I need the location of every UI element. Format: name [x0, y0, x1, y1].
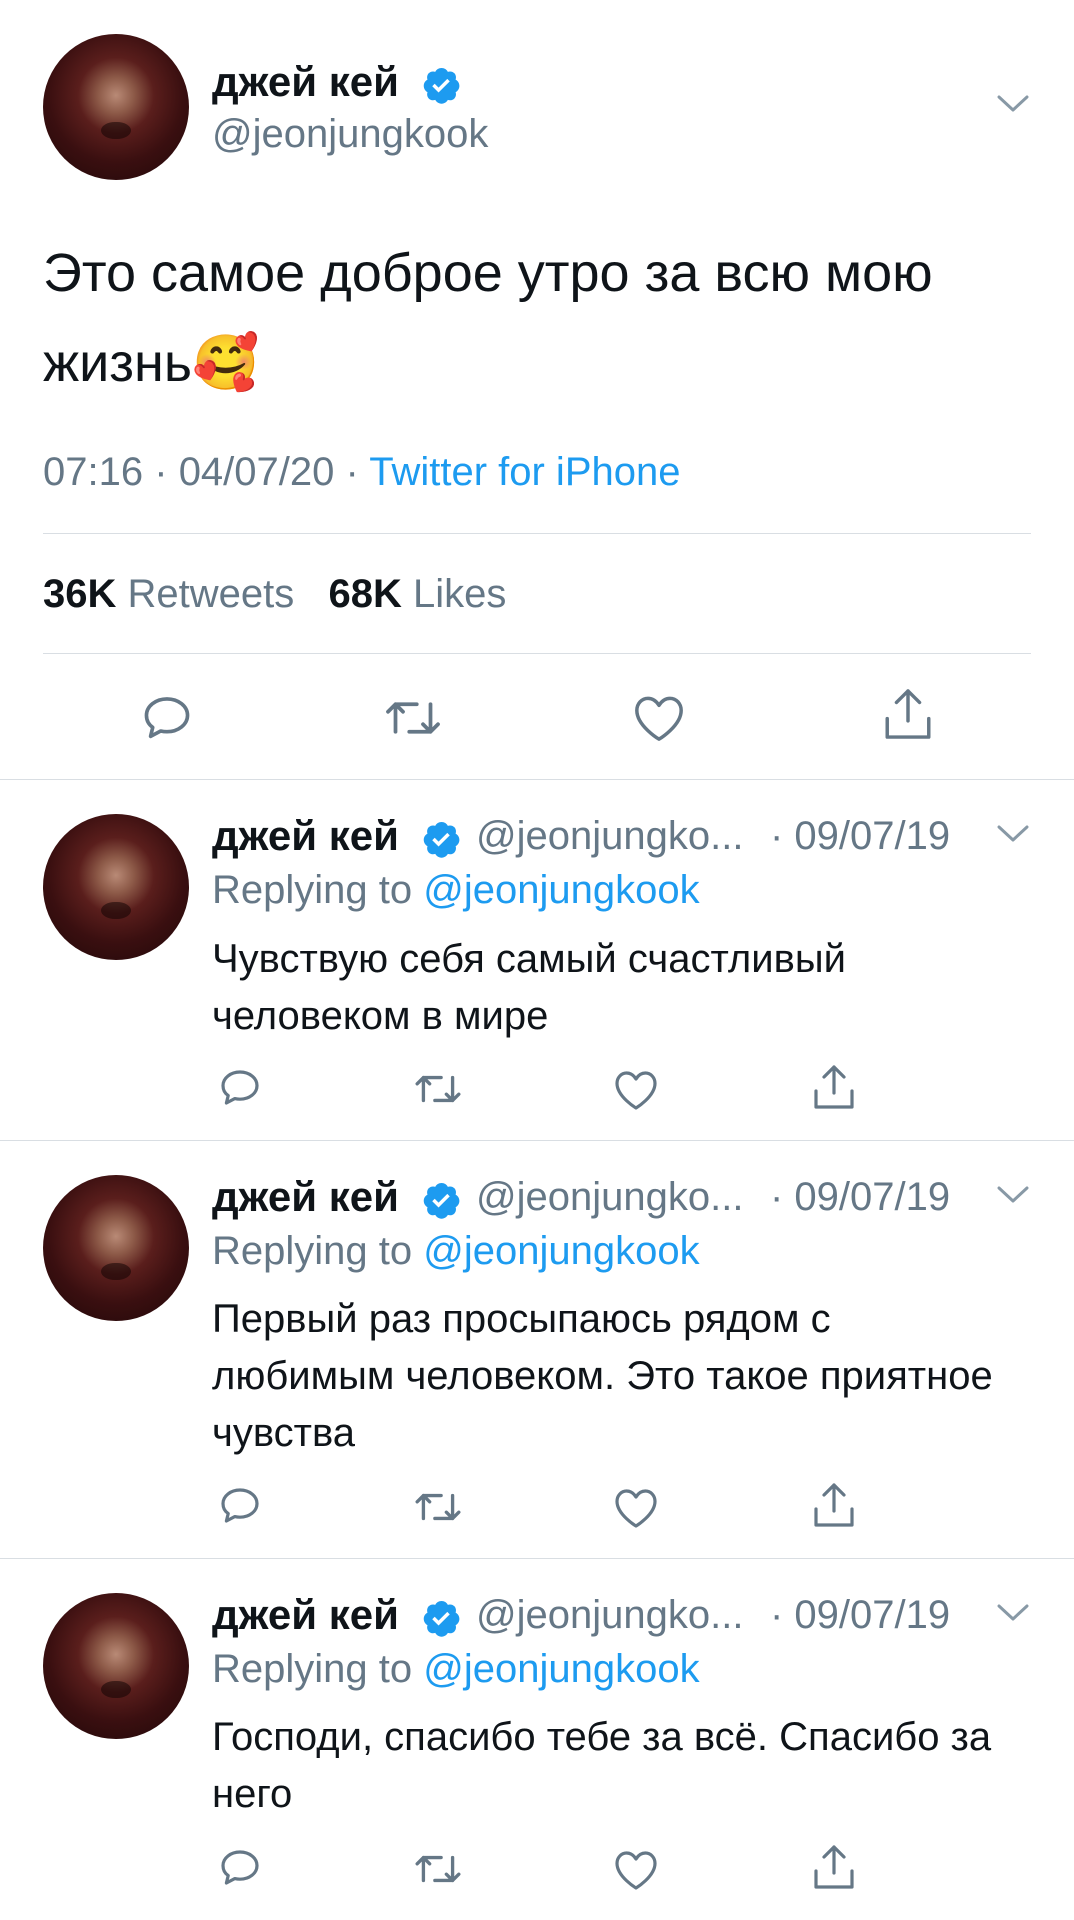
share-icon[interactable] [810, 1061, 858, 1113]
retweet-icon[interactable] [383, 690, 443, 746]
author-avatar[interactable] [43, 814, 189, 960]
mention-link[interactable]: @jeonjungkook [423, 1647, 699, 1691]
author-handle[interactable]: @jeonjungkook [212, 112, 488, 157]
verified-badge-icon [420, 1597, 462, 1644]
reply-text: Господи, спасибо тебе за всё. Спасибо за… [212, 1715, 992, 1816]
reply-text: Чувствую себя самый счастливый человеком… [212, 937, 846, 1038]
share-icon[interactable] [810, 1841, 858, 1893]
meta-separator: · [154, 450, 168, 494]
reply-date: · 09/07/19 [770, 1593, 951, 1637]
verified-badge-icon [420, 64, 462, 111]
heart-icon[interactable] [612, 1846, 660, 1892]
heart-icon[interactable] [612, 1066, 660, 1112]
author-name[interactable]: джей кей [212, 1591, 399, 1639]
verified-badge-icon [420, 1179, 462, 1226]
author-name[interactable]: джей кей [212, 1173, 399, 1221]
author-avatar[interactable] [43, 1593, 189, 1739]
divider [43, 653, 1031, 654]
retweets-stat[interactable]: 36K Retweets [43, 572, 305, 616]
chevron-down-icon[interactable] [996, 1185, 1030, 1210]
author-handle[interactable]: @jeonjungko... [476, 1593, 743, 1638]
tweet-date: 04/07/20 [178, 450, 335, 494]
mention-link[interactable]: @jeonjungkook [423, 868, 699, 912]
replying-label: Replying to [212, 1229, 413, 1273]
author-handle[interactable]: @jeonjungko... [476, 814, 743, 859]
retweets-count: 36K [43, 572, 117, 616]
retweet-icon[interactable] [413, 1066, 463, 1112]
likes-label: Likes [413, 572, 507, 616]
tweet-meta: 07:16 · 04/07/20 · Twitter for iPhone [43, 450, 680, 495]
reply-icon[interactable] [216, 1481, 264, 1529]
reply-icon[interactable] [216, 1063, 264, 1111]
chevron-down-icon[interactable] [996, 1603, 1030, 1628]
divider [43, 533, 1031, 534]
meta-separator: · [345, 450, 359, 494]
chevron-down-icon[interactable] [996, 94, 1030, 119]
tweet-text: Это самое доброе утро за всю мою жизнь🥰 [43, 243, 933, 393]
author-avatar[interactable] [43, 34, 189, 180]
reply-text: Первый раз просыпаюсь рядом с любимым че… [212, 1297, 993, 1455]
reply-date: · 09/07/19 [770, 1175, 951, 1219]
likes-stat[interactable]: 68K Likes [329, 572, 507, 616]
mention-link[interactable]: @jeonjungkook [423, 1229, 699, 1273]
verified-badge-icon [420, 818, 462, 865]
heart-icon[interactable] [612, 1484, 660, 1530]
replying-to: Replying to @jeonjungkook [212, 868, 700, 913]
share-icon[interactable] [810, 1479, 858, 1531]
replying-to: Replying to @jeonjungkook [212, 1229, 700, 1274]
author-name[interactable]: джей кей [212, 812, 399, 860]
reply-date: · 09/07/19 [770, 814, 951, 858]
share-icon[interactable] [880, 684, 936, 744]
replying-label: Replying to [212, 868, 413, 912]
divider [0, 1558, 1074, 1559]
replying-label: Replying to [212, 1647, 413, 1691]
retweet-icon[interactable] [413, 1484, 463, 1530]
chevron-down-icon[interactable] [996, 824, 1030, 849]
divider [0, 779, 1074, 780]
retweets-label: Retweets [127, 572, 295, 616]
tweet-stats: 36K Retweets 68K Likes [43, 572, 506, 617]
author-name[interactable]: джей кей [212, 58, 399, 106]
reply-icon[interactable] [216, 1843, 264, 1891]
reply-icon[interactable] [138, 688, 196, 746]
author-handle[interactable]: @jeonjungko... [476, 1175, 743, 1220]
tweet-time: 07:16 [43, 450, 144, 494]
divider [0, 1140, 1074, 1141]
author-avatar[interactable] [43, 1175, 189, 1321]
tweet-source-link[interactable]: Twitter for iPhone [369, 450, 680, 494]
heart-icon[interactable] [631, 690, 687, 744]
retweet-icon[interactable] [413, 1846, 463, 1892]
replying-to: Replying to @jeonjungkook [212, 1647, 700, 1692]
likes-count: 68K [328, 572, 402, 616]
